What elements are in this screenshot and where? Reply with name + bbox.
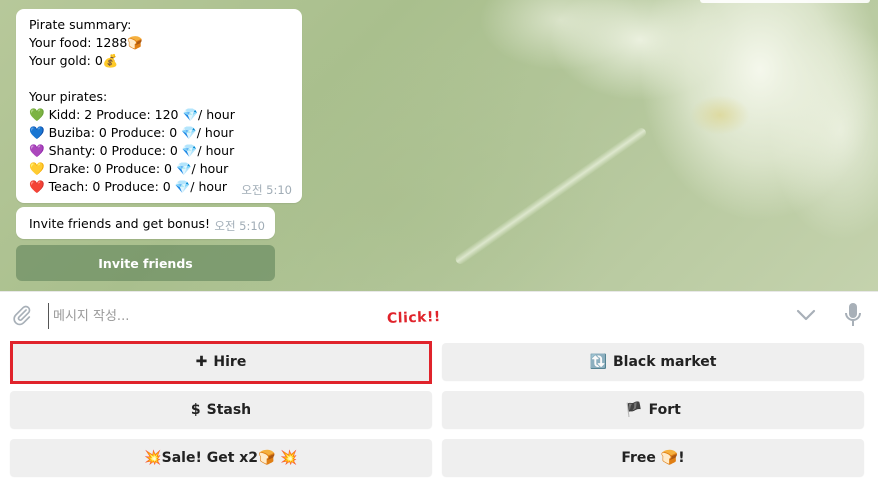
wallpaper-flower-center [690, 95, 750, 135]
pirate-row-text: Buziba: 0 Produce: 0 💎/ hour [48, 125, 234, 140]
click-annotation: Click!! [386, 309, 442, 327]
black-flag-icon: 🏴 [625, 401, 643, 418]
hire-button[interactable]: ✚ Hire [10, 343, 432, 380]
microphone-icon[interactable] [843, 302, 863, 328]
fort-label: Fort [648, 401, 681, 418]
pirate-row-shanty: 💜 Shanty: 0 Produce: 0 💎/ hour [29, 142, 302, 160]
stash-label: Stash [206, 401, 252, 418]
pirate-row-text: Teach: 0 Produce: 0 💎/ hour [48, 179, 228, 194]
message-timestamp: 오전 5:10 [241, 183, 292, 197]
telegram-chat-window: Pirate summary: Your food: 1288🍞 Your go… [0, 0, 878, 482]
pirate-row-text: Kidd: 2 Produce: 120 💎/ hour [48, 107, 235, 122]
black-market-button[interactable]: 🔃 Black market [442, 343, 864, 380]
plus-icon: ✚ [195, 353, 208, 370]
pirate-row-text: Drake: 0 Produce: 0 💎/ hour [48, 161, 229, 176]
pirate-row-text: Shanty: 0 Produce: 0 💎/ hour [48, 143, 235, 158]
invite-message: Invite friends and get bonus! 오전 5:10 [16, 207, 275, 239]
fort-button[interactable]: 🏴 Fort [442, 391, 864, 428]
top-edge-highlight [700, 0, 870, 3]
dollar-icon: $ [190, 401, 201, 418]
invite-message-text: Invite friends and get bonus! [29, 216, 211, 231]
pirate-row-kidd: 💚 Kidd: 2 Produce: 120 💎/ hour [29, 106, 302, 124]
hire-label: Hire [213, 353, 247, 370]
invite-friends-button[interactable]: Invite friends [16, 245, 275, 281]
blue-heart-icon: 💙 [29, 125, 45, 140]
black-market-label: Black market [612, 353, 717, 370]
summary-title: Pirate summary: [29, 17, 132, 32]
purple-heart-icon: 💜 [29, 143, 45, 158]
green-heart-icon: 💚 [29, 107, 45, 122]
bot-reply-keyboard: ✚ Hire 🔃 Black market $ Stash 🏴 Fort 💥Sa… [0, 338, 878, 482]
yellow-heart-icon: 💛 [29, 161, 45, 176]
wallpaper-flower-stem [453, 125, 648, 267]
message-timestamp: 오전 5:10 [214, 219, 265, 233]
stash-button[interactable]: $ Stash [10, 391, 432, 428]
refresh-arrows-icon: 🔃 [589, 353, 607, 370]
pirate-summary-message: Pirate summary: Your food: 1288🍞 Your go… [16, 9, 302, 203]
gold-line: Your gold: 0💰 [29, 53, 119, 68]
sale-button[interactable]: 💥Sale! Get x2🍞 💥 [10, 439, 432, 476]
paperclip-icon[interactable] [11, 304, 33, 326]
red-heart-icon: ❤️ [29, 179, 45, 194]
food-line: Your food: 1288🍞 [29, 35, 143, 50]
chevron-down-icon[interactable] [795, 306, 817, 324]
free-button[interactable]: Free 🍞! [442, 439, 864, 476]
chat-wallpaper: Pirate summary: Your food: 1288🍞 Your go… [0, 0, 878, 291]
pirate-row-drake: 💛 Drake: 0 Produce: 0 💎/ hour [29, 160, 302, 178]
pirates-heading: Your pirates: [29, 89, 108, 104]
pirate-row-buziba: 💙 Buziba: 0 Produce: 0 💎/ hour [29, 124, 302, 142]
